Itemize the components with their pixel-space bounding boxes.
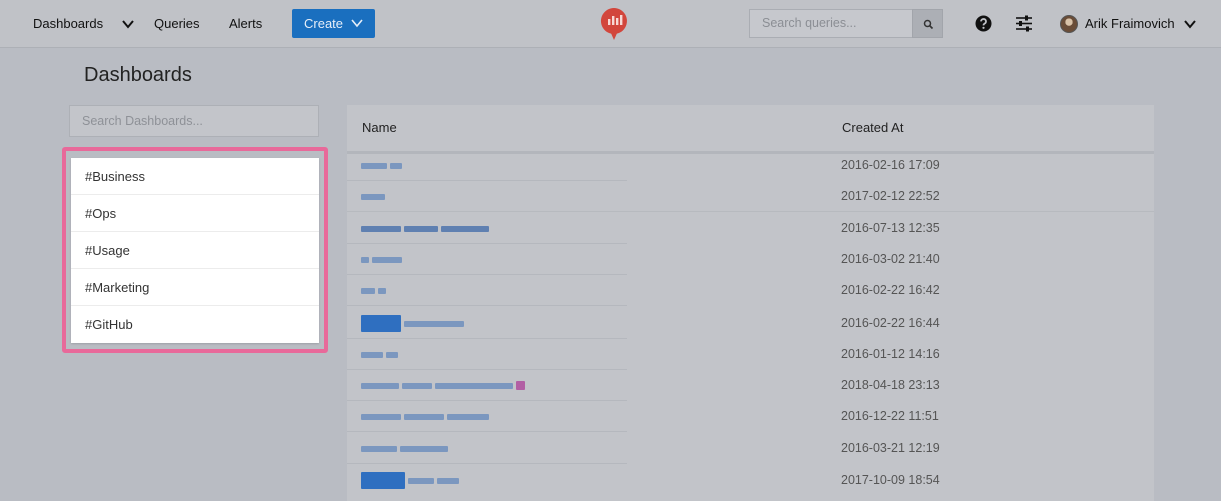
table-row[interactable]: 2018-04-18 23:13 bbox=[347, 370, 1154, 401]
create-button-label: Create bbox=[304, 16, 344, 31]
create-button[interactable]: Create bbox=[292, 9, 375, 38]
nav-dashboards[interactable]: Dashboards bbox=[33, 0, 103, 48]
table-row[interactable]: 2016-07-13 12:35 bbox=[347, 213, 1154, 244]
dashboard-name-redacted[interactable] bbox=[361, 465, 459, 496]
chevron-down-icon[interactable] bbox=[1183, 17, 1197, 31]
created-at-cell: 2016-03-21 12:19 bbox=[841, 441, 940, 455]
dashboard-name-redacted[interactable] bbox=[361, 433, 448, 464]
table-row[interactable]: 2016-12-22 11:51 bbox=[347, 401, 1154, 432]
tag-item[interactable]: #Business bbox=[71, 158, 319, 195]
dashboard-name-redacted[interactable] bbox=[361, 275, 386, 306]
nav-alerts[interactable]: Alerts bbox=[229, 0, 262, 48]
created-at-cell: 2016-02-22 16:44 bbox=[841, 316, 940, 330]
search-queries-button[interactable] bbox=[912, 9, 943, 38]
created-at-cell: 2016-01-12 14:16 bbox=[841, 347, 940, 361]
search-dashboards-input[interactable]: Search Dashboards... bbox=[69, 105, 319, 137]
search-icon bbox=[923, 19, 934, 30]
help-icon[interactable] bbox=[975, 15, 992, 32]
user-avatar[interactable] bbox=[1060, 15, 1078, 33]
dashboard-name-redacted[interactable] bbox=[361, 181, 385, 212]
user-menu[interactable]: Arik Fraimovich bbox=[1085, 0, 1175, 48]
column-header-created-at: Created At bbox=[842, 120, 904, 135]
table-row[interactable]: 2016-02-22 16:42 bbox=[347, 275, 1154, 306]
dashboard-name-redacted[interactable] bbox=[361, 150, 402, 181]
dashboard-name-redacted[interactable] bbox=[361, 213, 489, 244]
user-name-label: Arik Fraimovich bbox=[1085, 16, 1175, 31]
tag-item[interactable]: #Marketing bbox=[71, 269, 319, 306]
tag-item[interactable]: #Usage bbox=[71, 232, 319, 269]
table-row[interactable]: 2017-02-12 22:52 bbox=[347, 181, 1154, 212]
table-row[interactable]: 2016-03-02 21:40 bbox=[347, 244, 1154, 275]
nav-queries[interactable]: Queries bbox=[154, 0, 200, 48]
chevron-down-icon bbox=[351, 19, 363, 28]
page-title: Dashboards bbox=[84, 64, 192, 86]
dashboards-table: Name Created At 2016-02-16 17:09 2017-02… bbox=[347, 105, 1154, 501]
column-header-name: Name bbox=[362, 120, 397, 135]
created-at-cell: 2016-12-22 11:51 bbox=[841, 409, 939, 423]
created-at-cell: 2016-03-02 21:40 bbox=[841, 252, 940, 266]
search-queries-input[interactable]: Search queries... bbox=[749, 9, 912, 38]
tag-item[interactable]: #GitHub bbox=[71, 306, 319, 343]
created-at-cell: 2018-04-18 23:13 bbox=[841, 378, 940, 392]
table-row[interactable]: 2016-02-22 16:44 bbox=[347, 308, 1154, 339]
settings-sliders-icon[interactable] bbox=[1015, 15, 1033, 32]
created-at-cell: 2016-07-13 12:35 bbox=[841, 221, 940, 235]
dashboard-name-redacted[interactable] bbox=[361, 339, 398, 370]
dashboard-name-redacted[interactable] bbox=[361, 401, 489, 432]
tags-list: #Business #Ops #Usage #Marketing #GitHub bbox=[71, 158, 319, 343]
dashboard-name-redacted[interactable] bbox=[361, 244, 402, 275]
created-at-cell: 2017-10-09 18:54 bbox=[841, 473, 940, 487]
created-at-cell: 2017-02-12 22:52 bbox=[841, 189, 940, 203]
top-navbar: Dashboards Queries Alerts Create Search … bbox=[0, 0, 1221, 48]
dashboard-name-redacted[interactable] bbox=[361, 370, 525, 401]
created-at-cell: 2016-02-22 16:42 bbox=[841, 283, 940, 297]
tag-item[interactable]: #Ops bbox=[71, 195, 319, 232]
created-at-cell: 2016-02-16 17:09 bbox=[841, 158, 940, 172]
redash-logo-icon[interactable] bbox=[599, 6, 629, 42]
chevron-down-icon[interactable] bbox=[121, 17, 135, 31]
table-row[interactable]: 2016-01-12 14:16 bbox=[347, 339, 1154, 370]
dashboard-name-redacted[interactable] bbox=[361, 308, 464, 339]
table-row[interactable]: 2017-10-09 18:54 bbox=[347, 465, 1154, 496]
table-row[interactable]: 2016-03-21 12:19 bbox=[347, 433, 1154, 464]
table-row[interactable]: 2016-02-16 17:09 bbox=[347, 150, 1154, 181]
